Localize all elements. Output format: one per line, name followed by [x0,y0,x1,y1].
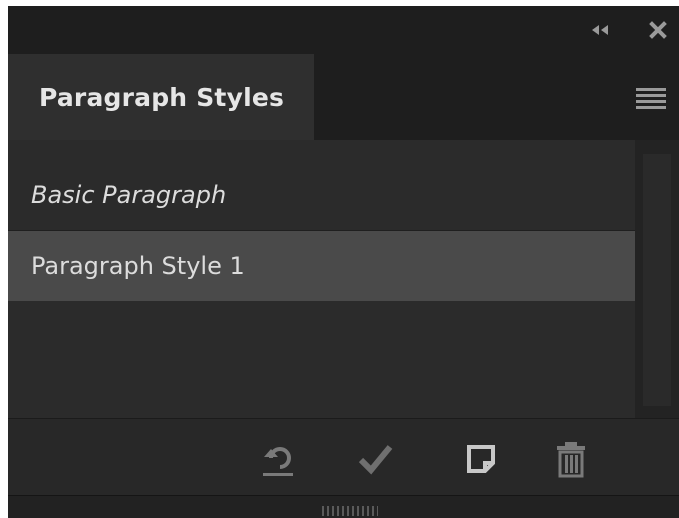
paragraph-styles-panel: Paragraph Styles Basic Paragraph Paragra… [8,6,679,518]
close-panel-button[interactable] [644,16,672,44]
collapse-panel-button[interactable] [586,16,616,44]
panel-tab-bar: Paragraph Styles [8,54,679,140]
list-item-paragraph-style-1[interactable]: Paragraph Style 1 [8,231,635,301]
redefine-style-icon [263,447,293,476]
trash-icon [557,442,585,478]
delete-style-button[interactable] [549,437,593,481]
panel-title-bar [8,6,679,54]
style-list: Basic Paragraph Paragraph Style 1 [8,140,635,418]
tab-paragraph-styles[interactable]: Paragraph Styles [8,54,314,140]
close-icon [649,21,667,39]
panel-resize-strip[interactable] [8,495,679,518]
apply-style-button[interactable] [353,437,397,481]
scrollbar-track[interactable] [635,140,679,418]
new-style-icon [467,445,495,473]
list-item-label: Paragraph Style 1 [31,252,245,280]
list-item-label: Basic Paragraph [31,181,227,209]
panel-bottom-toolbar [8,418,679,495]
tab-label: Paragraph Styles [39,82,285,112]
list-item-basic-paragraph[interactable]: Basic Paragraph [8,160,635,230]
scrollbar-thumb[interactable] [643,154,671,406]
hamburger-menu-icon [636,88,666,109]
redefine-style-button[interactable] [257,437,301,481]
checkmark-icon [358,445,393,475]
double-chevron-left-icon [592,25,608,35]
new-style-button[interactable] [459,437,503,481]
screenshot-frame: Paragraph Styles Basic Paragraph Paragra… [0,0,679,518]
resize-grip-icon[interactable] [322,506,378,516]
panel-menu-button[interactable] [632,86,668,110]
